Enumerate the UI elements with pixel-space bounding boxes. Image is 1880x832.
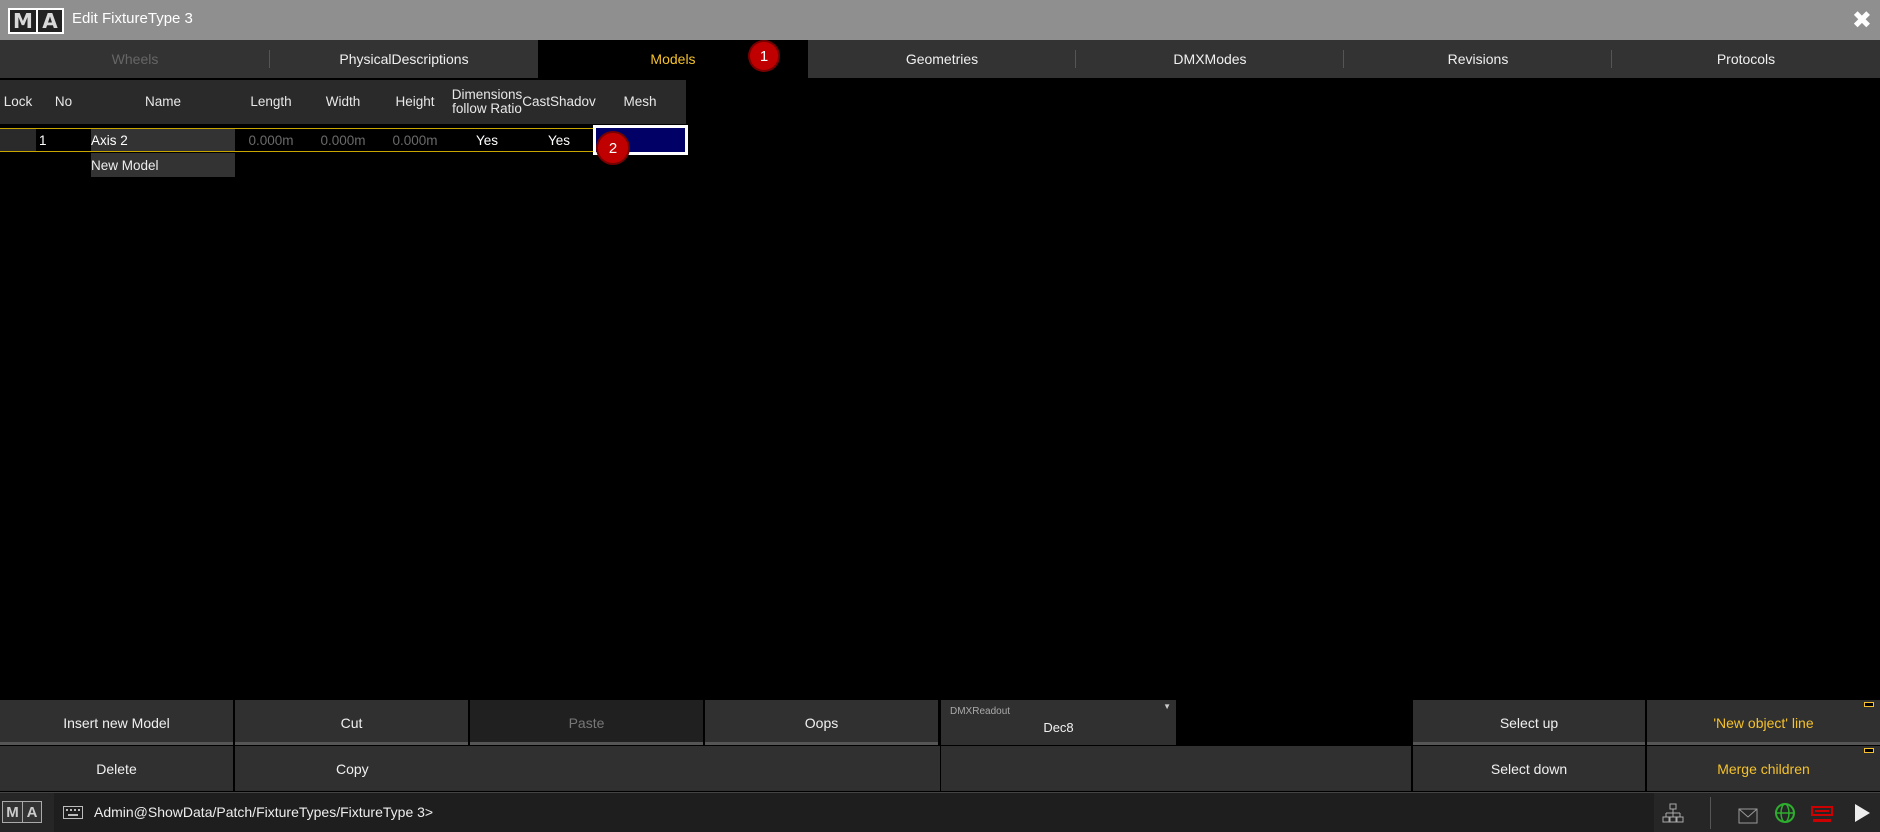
button-label: Merge children [1717, 760, 1810, 777]
button-label: Paste [568, 714, 605, 731]
cell-dimensions-follow-ratio[interactable]: Yes [451, 129, 523, 151]
title-bar: M A Edit FixtureType 3 ✖ [0, 0, 1880, 40]
tab-label: Models [650, 51, 696, 67]
button-label: Delete [96, 760, 137, 777]
annotation-badge-2: 2 [598, 133, 628, 163]
col-height[interactable]: Height [379, 80, 451, 124]
tab-label: PhysicalDescriptions [339, 51, 469, 67]
button-label: Cut [340, 714, 363, 731]
divider [1710, 797, 1711, 829]
toggle-indicator [1864, 702, 1874, 707]
grid-header: Lock No Name Length Width Height Dimensi… [0, 80, 686, 124]
play-icon[interactable] [1852, 801, 1872, 825]
new-model-row[interactable]: New Model [91, 153, 235, 177]
tab-protocols[interactable]: Protocols [1612, 40, 1880, 78]
select-down-button[interactable]: Select down [1413, 746, 1645, 791]
tab-geometries[interactable]: Geometries [808, 40, 1076, 78]
delete-button[interactable]: Delete [0, 746, 233, 791]
tab-label: Wheels [111, 51, 159, 67]
close-icon[interactable]: ✖ [1852, 6, 1872, 35]
insert-new-model-button[interactable]: Insert new Model [0, 700, 233, 745]
tab-physical-descriptions[interactable]: PhysicalDescriptions [270, 40, 538, 78]
col-cast-shadow[interactable]: CastShadov [522, 80, 596, 124]
paste-button[interactable]: Paste [470, 700, 703, 745]
new-model-label: New Model [91, 157, 159, 173]
copy-button[interactable]: Copy [235, 746, 940, 791]
tab-label: Revisions [1447, 51, 1509, 67]
merge-children-button[interactable]: Merge children [1647, 746, 1880, 791]
cell-height[interactable]: 0.000m [379, 129, 451, 151]
ma-logo: M A [8, 8, 64, 34]
cell-length[interactable]: 0.000m [235, 129, 307, 151]
col-width[interactable]: Width [307, 80, 379, 124]
button-label: Select up [1499, 714, 1559, 731]
col-lock[interactable]: Lock [0, 80, 36, 124]
tab-wheels[interactable]: Wheels [0, 40, 270, 78]
tab-label: Geometries [905, 51, 979, 67]
col-mesh[interactable]: Mesh [595, 80, 685, 124]
col-no[interactable]: No [36, 80, 91, 124]
cell-cast-shadow[interactable]: Yes [523, 129, 595, 151]
col-dimensions-follow-ratio[interactable]: Dimensions follow Ratio [451, 80, 523, 124]
new-object-line-button[interactable]: 'New object' line [1647, 700, 1880, 745]
button-label: Copy [336, 760, 369, 777]
keyboard-icon[interactable] [63, 806, 83, 819]
select-up-button[interactable]: Select up [1413, 700, 1645, 745]
oops-button[interactable]: Oops [705, 700, 938, 745]
logo-m: M [3, 802, 22, 822]
window-title: Edit FixtureType 3 [72, 10, 193, 27]
tab-label: DMXModes [1173, 51, 1247, 67]
tab-dmx-modes[interactable]: DMXModes [1076, 40, 1344, 78]
command-path: Admin@ShowData/Patch/FixtureTypes/Fixtur… [94, 804, 434, 820]
dmx-readout-value: Dec8 [1043, 720, 1074, 735]
empty-slot [1178, 700, 1411, 745]
cell-name[interactable]: Axis 2 [91, 129, 235, 151]
status-bar: M A Admin@ShowData/Patch/FixtureTypes/Fi… [0, 792, 1880, 832]
logo-m: M [10, 9, 36, 33]
cell-width[interactable]: 0.000m [307, 129, 379, 151]
dmx-readout-label: DMXReadout [950, 706, 1011, 717]
tab-label: Protocols [1716, 51, 1776, 67]
logo-a: A [36, 9, 62, 33]
ma-logo-small[interactable]: M A [2, 801, 42, 823]
button-label: Oops [804, 714, 839, 731]
button-label: 'New object' line [1713, 714, 1814, 731]
col-length[interactable]: Length [235, 80, 307, 124]
col-name[interactable]: Name [91, 80, 235, 124]
cut-button[interactable]: Cut [235, 700, 468, 745]
logo-a: A [22, 802, 41, 822]
empty-slot [941, 746, 1411, 791]
button-label: Insert new Model [63, 714, 170, 731]
dmx-readout-select[interactable]: DMXReadout Dec8 ▼ [941, 700, 1176, 745]
network-tree-icon[interactable] [1662, 801, 1684, 825]
mail-icon[interactable] [1738, 804, 1758, 828]
session-icon[interactable] [1810, 801, 1834, 825]
toggle-indicator [1864, 748, 1874, 753]
globe-icon[interactable] [1774, 801, 1796, 825]
annotation-badge-1: 1 [750, 42, 778, 70]
cell-lock[interactable] [0, 129, 36, 151]
tab-bar: Wheels PhysicalDescriptions Models Geome… [0, 40, 1880, 78]
dropdown-arrow-icon: ▼ [1163, 702, 1171, 711]
tab-revisions[interactable]: Revisions [1344, 40, 1612, 78]
button-label: Select down [1490, 760, 1568, 777]
cell-no[interactable]: 1 [36, 129, 91, 151]
table-row[interactable]: 1 Axis 2 0.000m 0.000m 0.000m Yes Yes [0, 128, 686, 152]
